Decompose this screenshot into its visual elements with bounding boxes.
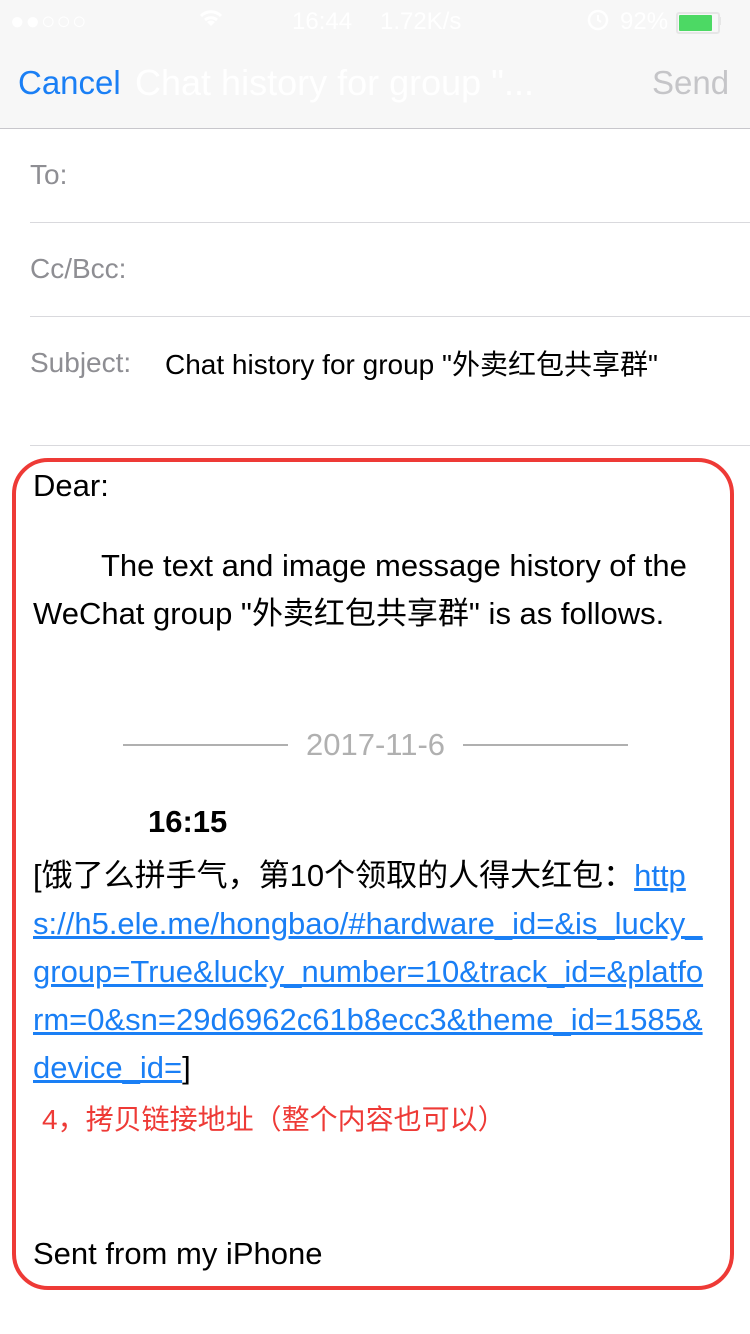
compose-title: Chat history for group "... [135,62,534,103]
cancel-button[interactable]: Cancel [18,64,121,102]
message-time: 16:15 [148,804,228,839]
intro-paragraph: The text and image message history of th… [33,548,687,631]
compose-navbar: Cancel Chat history for group "... Send [0,40,750,129]
message-prefix: [饿了么拼手气，第10个领取的人得大红包： [33,858,635,893]
to-label: To: [30,159,68,190]
subject-label: Subject: [30,347,132,378]
cc-bcc-label: Cc/Bcc: [30,253,127,284]
separator-line-left [122,744,288,746]
battery-tip [718,17,721,25]
subject-field[interactable]: Subject: Chat history for group "外卖红包共享群… [30,317,750,446]
separator-line-right [463,744,629,746]
annotation-note: 4，拷贝链接地址（整个内容也可以） [42,1104,506,1135]
greeting: Dear: [33,468,109,503]
battery-percent: 92% [620,8,669,35]
alarm-icon [585,6,611,39]
email-body[interactable]: Dear: The text and image message history… [33,462,723,638]
battery-level [679,15,713,31]
date-separator: 2017-11-6 [113,722,638,768]
wifi-icon [196,6,226,37]
send-button[interactable]: Send [652,64,729,102]
signal-strength: ●●○○○ [10,8,88,35]
message-suffix: ] [182,1050,191,1085]
subject-value[interactable]: Chat history for group "外卖红包共享群" [165,347,665,383]
message-content: [饿了么拼手气，第10个领取的人得大红包：https://h5.ele.me/h… [33,852,713,1092]
status-time: 16:44 [292,8,353,35]
to-field[interactable]: To: [30,129,750,223]
network-speed: 1.72K/s [380,8,462,35]
status-bar: ●●○○○ 16:44 1.72K/s 92% [0,0,750,40]
cc-bcc-field[interactable]: Cc/Bcc: [30,223,750,317]
battery-icon [676,12,720,34]
separator-date: 2017-11-6 [305,727,446,762]
email-signature: Sent from my iPhone [33,1236,323,1271]
